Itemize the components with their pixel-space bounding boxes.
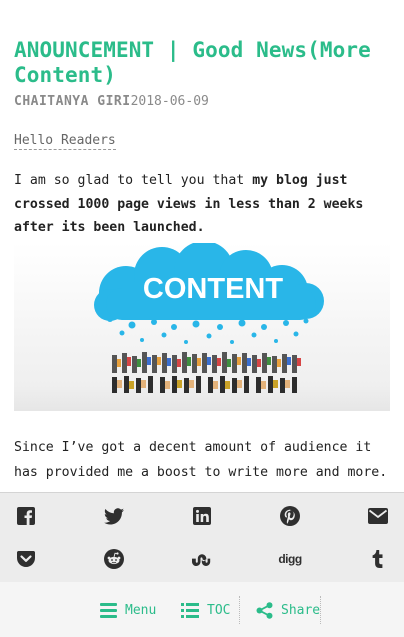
menu-button[interactable]: Menu [100, 600, 156, 620]
nav-separator-end [320, 596, 321, 624]
paragraph-1-lead: I am so glad to tell you that [14, 173, 253, 188]
digg-icon-label: digg [278, 552, 302, 566]
stumbleupon-icon[interactable] [190, 548, 214, 570]
toc-label: TOC [207, 602, 231, 618]
reddit-icon[interactable] [102, 548, 126, 570]
greeting-link[interactable]: Hello Readers [14, 133, 116, 150]
post-title: ANOUNCEMENT | Good News(More Content) [14, 38, 371, 87]
mail-icon[interactable] [366, 505, 390, 527]
pocket-icon[interactable] [14, 548, 38, 570]
facebook-icon[interactable] [14, 505, 38, 527]
cloud-text: CONTENT [143, 273, 283, 305]
nav-separator [239, 596, 240, 624]
share-label: Share [281, 602, 321, 618]
list-icon [181, 602, 199, 618]
linkedin-icon[interactable] [190, 505, 214, 527]
crowd-people [112, 351, 301, 393]
content-image: CONTENT [14, 242, 390, 411]
pinterest-icon[interactable] [278, 505, 302, 527]
paragraph-1: I am so glad to tell you that my blog ju… [14, 169, 390, 240]
toc-button[interactable]: TOC [181, 600, 230, 620]
share-icon [256, 601, 273, 619]
share-button[interactable]: Share [256, 600, 320, 620]
cloud-droplets [107, 315, 309, 344]
post-content: ANOUNCEMENT | Good News(More Content) CH… [14, 38, 390, 485]
tumblr-icon[interactable] [366, 548, 390, 570]
content-cloud-illustration: CONTENT [94, 242, 324, 393]
twitter-icon[interactable] [102, 505, 126, 527]
share-row-1 [14, 505, 390, 527]
menu-label: Menu [125, 602, 157, 618]
share-panel: digg [0, 492, 404, 583]
post-date: 2018-06-09 [130, 94, 209, 109]
bottom-navbar: Menu TOC Share [0, 582, 404, 637]
digg-icon[interactable]: digg [278, 548, 302, 570]
paragraph-2: Since I’ve got a decent amount of audien… [14, 439, 388, 480]
hamburger-icon [100, 602, 117, 618]
post-author[interactable]: CHAITANYA GIRI [14, 94, 131, 109]
share-row-2: digg [14, 548, 390, 570]
post-meta: CHAITANYA GIRI2018-06-09 [14, 94, 390, 110]
